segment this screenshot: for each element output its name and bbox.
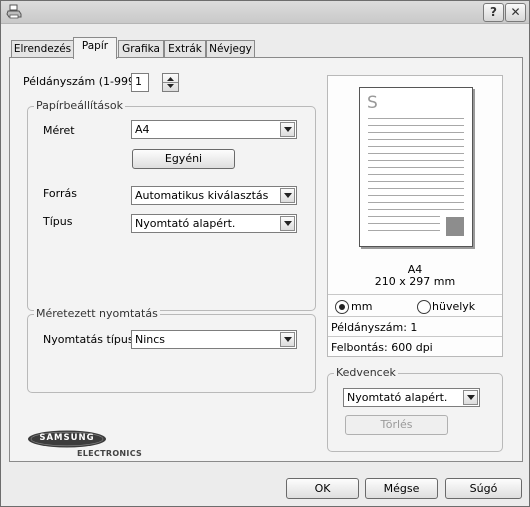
paper-preview: S (359, 87, 473, 247)
image-placeholder-icon (446, 217, 464, 236)
page-glyph: S (367, 93, 378, 113)
samsung-logo: SAMSUNG (27, 430, 107, 448)
chevron-down-icon (280, 122, 295, 137)
print-type-label: Nyomtatás típusa (43, 333, 141, 346)
preview-resolution: Felbontás: 600 dpi (331, 341, 433, 354)
scaled-printing-title: Méretezett nyomtatás (34, 307, 160, 320)
unit-mm-radio[interactable] (335, 300, 349, 314)
delete-favorite-label: Törlés (380, 418, 413, 431)
print-type-select[interactable]: Nincs (131, 330, 297, 349)
unit-inch-label: hüvelyk (432, 300, 476, 313)
paper-tab-panel: Példányszám (1-999) 1 Papírbeállítások M… (9, 57, 523, 462)
chevron-down-icon (280, 188, 295, 203)
help-title-button[interactable]: ? (483, 3, 504, 22)
type-label: Típus (43, 215, 73, 228)
close-button[interactable]: ✕ (505, 3, 526, 22)
paper-type-value: Nyomtató alapért. (135, 217, 236, 230)
paper-settings-group: Papírbeállítások Méret A4 Egyéni Forrás … (27, 99, 316, 311)
tab-nevjegy[interactable]: Névjegy (206, 40, 255, 58)
tab-papir[interactable]: Papír (73, 37, 117, 59)
cancel-label: Mégse (383, 482, 420, 495)
delete-favorite-button[interactable]: Törlés (345, 415, 448, 435)
electronics-text: ELECTRONICS (77, 449, 143, 458)
source-label: Forrás (43, 187, 77, 200)
unit-mm-label: mm (351, 300, 373, 313)
paper-dimensions: 210 x 297 mm (374, 275, 456, 288)
help-label: Súgó (469, 482, 498, 495)
paper-settings-title: Papírbeállítások (34, 99, 125, 112)
tab-grafika[interactable]: Grafika (118, 40, 164, 58)
copies-spinner[interactable] (162, 73, 179, 92)
paper-source-value: Automatikus kiválasztás (135, 189, 269, 202)
tab-extrak[interactable]: Extrák (164, 40, 206, 58)
custom-size-button[interactable]: Egyéni (132, 149, 235, 169)
tab-elrendezes[interactable]: Elrendezés (11, 40, 74, 58)
page-preview: S A4 210 x 297 mm mm hüvelyk Példányszám… (327, 75, 503, 357)
print-preferences-dialog: ? ✕ Elrendezés Papír Grafika Extrák Névj… (0, 0, 530, 507)
cancel-button[interactable]: Mégse (365, 478, 438, 499)
samsung-logo-text: SAMSUNG (39, 433, 95, 443)
chevron-down-icon (280, 216, 295, 231)
paper-size-value: A4 (135, 123, 150, 136)
paper-size-select[interactable]: A4 (131, 120, 297, 139)
spinner-arrows-icon (163, 77, 178, 88)
scaled-printing-group: Méretezett nyomtatás Nyomtatás típusa Ni… (27, 307, 316, 393)
paper-type-select[interactable]: Nyomtató alapért. (131, 214, 297, 233)
chevron-down-icon (463, 390, 478, 405)
ok-label: OK (314, 482, 331, 495)
paper-source-select[interactable]: Automatikus kiválasztás (131, 186, 297, 205)
copies-input[interactable]: 1 (131, 73, 149, 92)
unit-inch-radio[interactable] (417, 300, 431, 314)
title-bar: ? ✕ (1, 1, 529, 24)
help-button[interactable]: Súgó (445, 478, 522, 499)
favorites-value: Nyomtató alapért. (347, 391, 448, 404)
printer-icon (6, 4, 22, 20)
custom-size-label: Egyéni (164, 152, 203, 165)
copies-label: Példányszám (1-999) (23, 75, 140, 88)
favorites-select[interactable]: Nyomtató alapért. (343, 388, 480, 407)
favorites-title: Kedvencek (334, 366, 398, 379)
print-type-value: Nincs (135, 333, 166, 346)
copies-value: 1 (135, 75, 142, 88)
chevron-down-icon (280, 332, 295, 347)
ok-button[interactable]: OK (286, 478, 359, 499)
preview-copies: Példányszám: 1 (331, 321, 418, 334)
favorites-group: Kedvencek Nyomtató alapért. Törlés (327, 366, 503, 452)
size-label: Méret (43, 124, 75, 137)
